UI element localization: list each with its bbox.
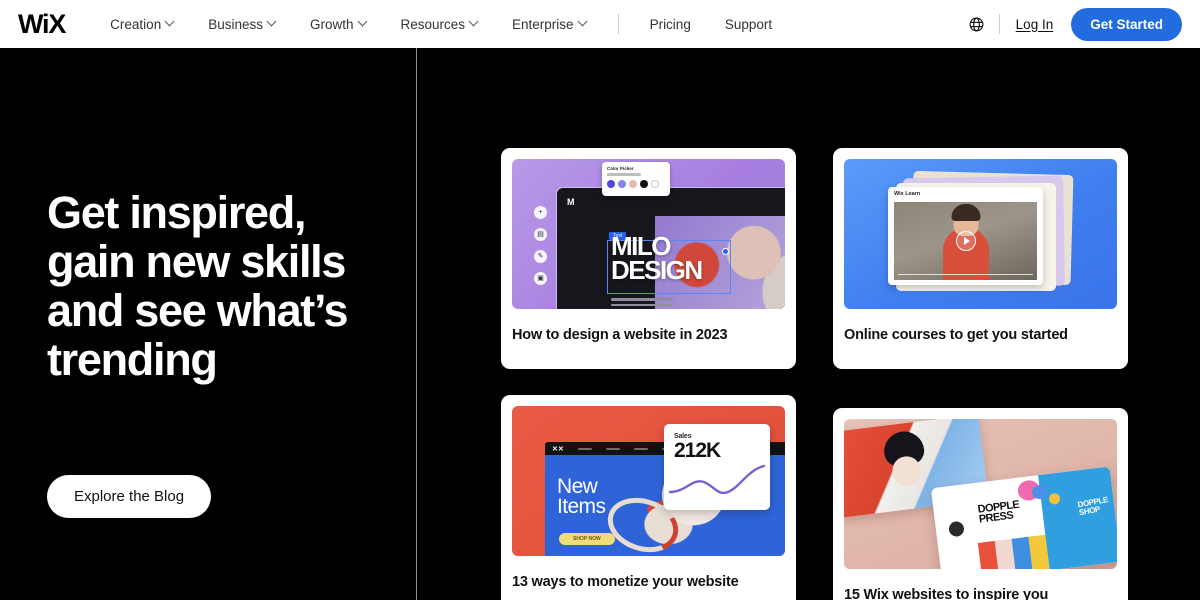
nav-placeholder <box>633 447 648 450</box>
nav-item-label: Enterprise <box>512 16 574 32</box>
nav-item-enterprise[interactable]: Enterprise <box>495 17 604 32</box>
nav-item-creation[interactable]: Creation <box>93 17 191 32</box>
article-card-monetize-website[interactable]: ✕✕ New Items SHOP NOW Sales 212K 13 ways… <box>501 395 796 600</box>
primary-nav-links: Creation Business Growth Resources Enter… <box>93 14 789 34</box>
site-logo: ✕✕ <box>552 445 564 453</box>
card-title: 15 Wix websites to inspire you <box>844 587 1049 600</box>
card-thumbnail: ✕✕ New Items SHOP NOW Sales 212K <box>512 406 785 556</box>
editor-logo: M <box>567 197 575 207</box>
sales-stat-card: Sales 212K <box>664 424 770 510</box>
card-thumbnail: + ▤ ✎ ▣ M Text MILO DESIGN Color Picker <box>512 159 785 309</box>
get-started-button[interactable]: Get Started <box>1071 7 1182 41</box>
color-swatch <box>640 179 648 188</box>
play-icon[interactable] <box>955 231 976 251</box>
wix-logo[interactable]: WiX <box>18 10 66 38</box>
color-swatch <box>607 179 615 188</box>
hero-section: Get inspired, gain new skills and see wh… <box>0 48 416 600</box>
nav-placeholder <box>605 447 620 450</box>
nav-divider <box>617 14 619 34</box>
color-picker-popup: Color Picker <box>602 162 670 196</box>
player-title: Wix Learn <box>894 191 921 197</box>
stat-value: 212K <box>674 439 721 462</box>
nav-item-label: Creation <box>110 16 162 32</box>
nav-item-label: Support <box>724 16 773 32</box>
video-frame <box>894 202 1037 280</box>
page-body: Get inspired, gain new skills and see wh… <box>0 48 1200 600</box>
shop-now-button[interactable]: SHOP NOW <box>559 533 615 545</box>
nav-divider <box>998 14 1000 34</box>
nav-item-resources[interactable]: Resources <box>384 17 496 32</box>
card-thumbnail: DOPPLE PRESS DOPPLE SHOP <box>844 419 1117 569</box>
canvas-paragraph-placeholder <box>611 298 673 309</box>
article-card-online-courses[interactable]: Wix Learn Online courses to get you star… <box>833 148 1128 369</box>
nav-item-growth[interactable]: Growth <box>293 17 384 32</box>
log-in-link[interactable]: Log In <box>1016 17 1054 32</box>
video-progress-bar[interactable] <box>898 273 1033 275</box>
chevron-down-icon <box>268 18 276 26</box>
nav-actions: Log In Get Started <box>968 7 1184 41</box>
page-title: Get inspired, gain new skills and see wh… <box>47 187 349 386</box>
design-icon: ✎ <box>534 250 547 263</box>
nav-item-label: Resources <box>400 16 466 32</box>
canvas-heading: MILO DESIGN <box>611 231 703 286</box>
color-swatch <box>629 179 637 188</box>
globe-icon[interactable] <box>968 16 985 33</box>
site-heading: New Items <box>557 475 606 518</box>
card-title: 13 ways to monetize your website <box>512 574 739 590</box>
nav-item-support[interactable]: Support <box>708 17 789 32</box>
color-picker-subtitle <box>607 173 641 176</box>
chevron-down-icon <box>166 18 174 26</box>
thumbnail-strip <box>977 534 1050 569</box>
card-thumbnail: Wix Learn <box>844 159 1117 309</box>
brand-wordmark: DOPPLE PRESS <box>977 498 1020 526</box>
resize-handle-icon <box>722 248 729 255</box>
card-title: How to design a website in 2023 <box>512 327 728 343</box>
sales-line-chart <box>668 464 766 495</box>
nav-item-label: Pricing <box>649 16 691 32</box>
editor-toolbar: + ▤ ✎ ▣ <box>534 206 547 285</box>
media-icon: ▣ <box>534 272 547 285</box>
nav-item-label: Business <box>208 16 263 32</box>
color-swatch-list <box>607 179 665 188</box>
chevron-down-icon <box>579 18 587 26</box>
article-card-wix-websites[interactable]: DOPPLE PRESS DOPPLE SHOP 15 Wix websites… <box>833 408 1128 600</box>
card-title: Online courses to get you started <box>844 327 1068 343</box>
chevron-down-icon <box>470 18 478 26</box>
video-player-mockup: Wix Learn <box>888 187 1043 285</box>
explore-the-blog-button[interactable]: Explore the Blog <box>47 475 212 518</box>
nav-item-business[interactable]: Business <box>191 17 293 32</box>
plus-icon: + <box>534 206 547 219</box>
nav-item-pricing[interactable]: Pricing <box>633 17 708 32</box>
nav-item-label: Growth <box>309 16 354 32</box>
chevron-down-icon <box>359 18 367 26</box>
editor-canvas: M Text MILO DESIGN <box>556 187 785 309</box>
pages-icon: ▤ <box>534 228 547 241</box>
color-picker-title: Color Picker <box>607 166 634 171</box>
color-swatch <box>618 179 626 188</box>
color-swatch <box>651 179 659 188</box>
nav-placeholder <box>577 447 592 450</box>
article-card-grid: + ▤ ✎ ▣ M Text MILO DESIGN Color Picker … <box>417 48 1200 600</box>
person-hair <box>951 204 980 221</box>
article-card-design-website[interactable]: + ▤ ✎ ▣ M Text MILO DESIGN Color Picker … <box>501 148 796 369</box>
brand-badge-icon <box>948 520 965 538</box>
top-navigation-bar: WiX Creation Business Growth Resources E… <box>0 0 1200 48</box>
website-blue-panel <box>1038 466 1117 569</box>
